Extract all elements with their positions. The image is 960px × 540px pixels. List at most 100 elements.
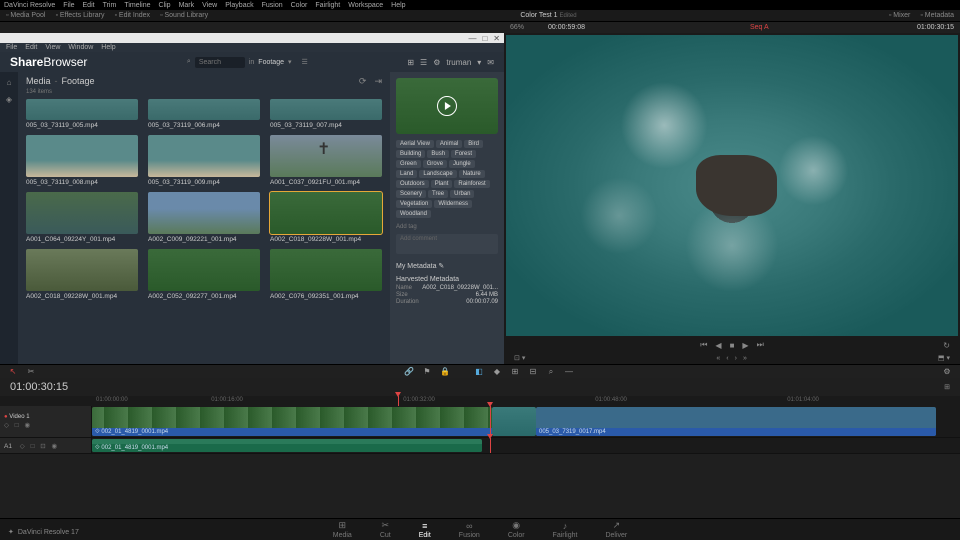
tag-nature[interactable]: Nature <box>459 170 485 178</box>
tag-scenery[interactable]: Scenery <box>396 190 426 198</box>
tag-jungle[interactable]: Jungle <box>449 160 475 168</box>
tool-media-pool[interactable]: ▫ Media Pool <box>6 12 45 19</box>
zoom-icon[interactable]: ⌕ <box>546 367 556 377</box>
thumbnail-item[interactable]: A002_C018_09228W_001.mp4 <box>26 249 138 300</box>
tag-wilderness[interactable]: Wilderness <box>434 200 472 208</box>
viewer-image[interactable] <box>506 35 958 336</box>
menu-edit[interactable]: Edit <box>83 2 95 9</box>
tag-rainforest[interactable]: Rainforest <box>454 180 489 188</box>
tag-tree[interactable]: Tree <box>428 190 448 198</box>
network-icon[interactable]: ◈ <box>6 95 12 104</box>
my-metadata-header[interactable]: My Metadata ✎ <box>396 262 498 270</box>
close-icon[interactable]: ✕ <box>493 34 500 43</box>
zoom-level[interactable]: 66% <box>510 24 524 31</box>
thumbnail-item[interactable]: A002_C009_092221_001.mp4 <box>148 192 260 243</box>
page-tab-fairlight[interactable]: ♪Fairlight <box>553 521 578 539</box>
tool-edit-index[interactable]: ▫ Edit Index <box>115 12 151 19</box>
step-back-icon[interactable]: ◀ <box>715 341 721 350</box>
settings-icon[interactable]: ⚙ <box>433 58 440 67</box>
play-icon[interactable]: ▶ <box>742 341 748 350</box>
page-tab-media[interactable]: ⊞Media <box>333 520 352 539</box>
tag-bird[interactable]: Bird <box>464 140 483 148</box>
tag-vegetation[interactable]: Vegetation <box>396 200 432 208</box>
mail-icon[interactable]: ✉ <box>487 58 494 67</box>
tag-urban[interactable]: Urban <box>450 190 474 198</box>
thumbnail-item[interactable]: 005_03_73119_008.mp4 <box>26 135 138 186</box>
sb-menu-window[interactable]: Window <box>68 44 93 51</box>
lock-icon[interactable]: 🔒 <box>440 367 450 376</box>
maximize-icon[interactable]: □ <box>482 34 487 43</box>
search-scope[interactable]: Footage <box>258 59 284 66</box>
tag-woodland[interactable]: Woodland <box>396 210 431 218</box>
menu-fusion[interactable]: Fusion <box>262 2 283 9</box>
tag-grove[interactable]: Grove <box>423 160 447 168</box>
thumbnail-item[interactable]: A002_C076_092351_001.mp4 <box>270 249 382 300</box>
selection-tool[interactable]: ↖ <box>8 367 18 376</box>
track-header-v1[interactable]: ● Video 1 ◇ □ ◉ <box>0 406 92 437</box>
menu-help[interactable]: Help <box>391 2 405 9</box>
user-menu[interactable]: truman <box>446 58 471 67</box>
tool-metadata[interactable]: ▫ Metadata <box>920 12 954 19</box>
thumbnail-item[interactable]: 005_03_73119_006.mp4 <box>148 99 260 129</box>
expand-icon[interactable]: ⇥ <box>374 76 382 86</box>
menu-color[interactable]: Color <box>291 2 308 9</box>
prev-clip-icon[interactable]: ⏮ <box>700 340 707 350</box>
refresh-icon[interactable]: ⟳ <box>359 76 367 86</box>
audio-clip-1[interactable]: ⟐ 002_01_4819_0001.mp4 <box>92 439 482 452</box>
sb-menu-view[interactable]: View <box>45 44 60 51</box>
page-tab-color[interactable]: ◉Color <box>508 520 525 539</box>
edit-icon[interactable]: ✎ <box>438 263 444 270</box>
thumbnail-item[interactable]: 005_03_73119_005.mp4 <box>26 99 138 129</box>
track-header-a1[interactable]: A1 ◇ □ ⊡ ◉ <box>0 438 92 453</box>
page-tab-edit[interactable]: ≡Edit <box>419 521 431 539</box>
add-tag-button[interactable]: Add tag <box>396 224 498 230</box>
menu-playback[interactable]: Playback <box>225 2 253 9</box>
video-clip-1[interactable]: ⟐ 002_01_4819_0001.mp4 <box>92 407 492 436</box>
menu-davinci-resolve[interactable]: DaVinci Resolve <box>4 2 55 9</box>
page-tab-cut[interactable]: ✂Cut <box>380 520 391 539</box>
tag-plant[interactable]: Plant <box>431 180 453 188</box>
search-input[interactable] <box>195 57 245 68</box>
tag-animal[interactable]: Animal <box>436 140 462 148</box>
tag-building[interactable]: Building <box>396 150 425 158</box>
video-clip-2[interactable] <box>492 407 536 436</box>
menu-view[interactable]: View <box>202 2 217 9</box>
thumbnail-item[interactable]: 005_03_73119_009.mp4 <box>148 135 260 186</box>
sb-menu-file[interactable]: File <box>6 44 17 51</box>
stop-icon[interactable]: ■ <box>730 341 735 350</box>
link-icon[interactable]: 🔗 <box>404 367 414 376</box>
minimize-icon[interactable]: — <box>468 34 476 43</box>
crumb-media[interactable]: Media <box>26 76 51 86</box>
thumbnail-item[interactable]: A001_C064_09224Y_001.mp4 <box>26 192 138 243</box>
menu-file[interactable]: File <box>63 2 74 9</box>
thumbnail-item[interactable]: A002_C052_092277_001.mp4 <box>148 249 260 300</box>
sb-menu-edit[interactable]: Edit <box>25 44 37 51</box>
match-frame-icon[interactable]: ⊡ <box>514 355 520 362</box>
tag-land[interactable]: Land <box>396 170 417 178</box>
chevron-down-icon[interactable]: ▾ <box>477 58 481 67</box>
list-view-icon[interactable]: ☰ <box>420 58 427 67</box>
timeline-ruler[interactable]: 01:00:00:0001:00:16:0001:00:32:0001:00:4… <box>0 396 960 406</box>
thumbnail-item[interactable]: A001_C037_0921FU_001.mp4 <box>270 135 382 186</box>
tag-outdoors[interactable]: Outdoors <box>396 180 429 188</box>
menu-mark[interactable]: Mark <box>179 2 195 9</box>
thumbnail-item[interactable]: 005_03_73119_007.mp4 <box>270 99 382 129</box>
preview-thumbnail[interactable] <box>396 78 498 134</box>
crumb-footage[interactable]: Footage <box>62 76 95 86</box>
snap-icon[interactable]: ◧ <box>474 367 484 376</box>
loop-icon[interactable]: ↻ <box>943 341 950 350</box>
tag-green[interactable]: Green <box>396 160 421 168</box>
tag-bush[interactable]: Bush <box>427 150 449 158</box>
tool-sound-library[interactable]: ▫ Sound Library <box>160 12 208 19</box>
menu-trim[interactable]: Trim <box>103 2 117 9</box>
sequence-name[interactable]: Seq A <box>750 24 769 31</box>
blade-tool[interactable]: ✂ <box>26 367 36 376</box>
thumbnail-item[interactable]: A002_C018_09228W_001.mp4 <box>270 192 382 243</box>
tool-effects-library[interactable]: ▫ Effects Library <box>55 12 104 19</box>
flag-icon[interactable]: ⚑ <box>422 367 432 376</box>
chevron-down-icon[interactable]: ▾ <box>288 58 292 66</box>
menu-fairlight[interactable]: Fairlight <box>315 2 340 9</box>
sb-menu-help[interactable]: Help <box>101 44 115 51</box>
menu-workspace[interactable]: Workspace <box>348 2 383 9</box>
playhead[interactable] <box>398 396 399 406</box>
